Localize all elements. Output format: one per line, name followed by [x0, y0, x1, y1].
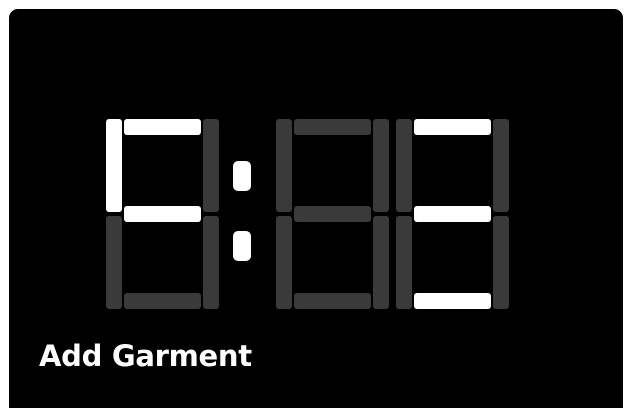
segment-d [294, 293, 371, 309]
segment-c [203, 216, 219, 309]
digit-1 [106, 119, 219, 309]
segment-g [414, 206, 491, 222]
add-garment-button[interactable]: Add Garment [39, 342, 252, 371]
segment-b [493, 119, 509, 212]
segment-g [294, 206, 371, 222]
digit-3 [396, 119, 509, 309]
segment-f [396, 119, 412, 212]
colon-dot-1 [233, 161, 251, 191]
segment-e [276, 216, 292, 309]
segment-a [124, 119, 201, 135]
digit-2 [276, 119, 389, 309]
segment-e [106, 216, 122, 309]
segment-f [276, 119, 292, 212]
colon-dot-2 [233, 231, 251, 261]
timer-display-panel: Add Garment [9, 9, 623, 408]
segment-g [124, 206, 201, 222]
segment-e [396, 216, 412, 309]
segment-f [106, 119, 122, 212]
segment-b [203, 119, 219, 212]
segment-d [414, 293, 491, 309]
segment-c [373, 216, 389, 309]
segment-a [414, 119, 491, 135]
segment-d [124, 293, 201, 309]
colon-separator [233, 161, 251, 261]
segment-b [373, 119, 389, 212]
segment-a [294, 119, 371, 135]
segment-c [493, 216, 509, 309]
